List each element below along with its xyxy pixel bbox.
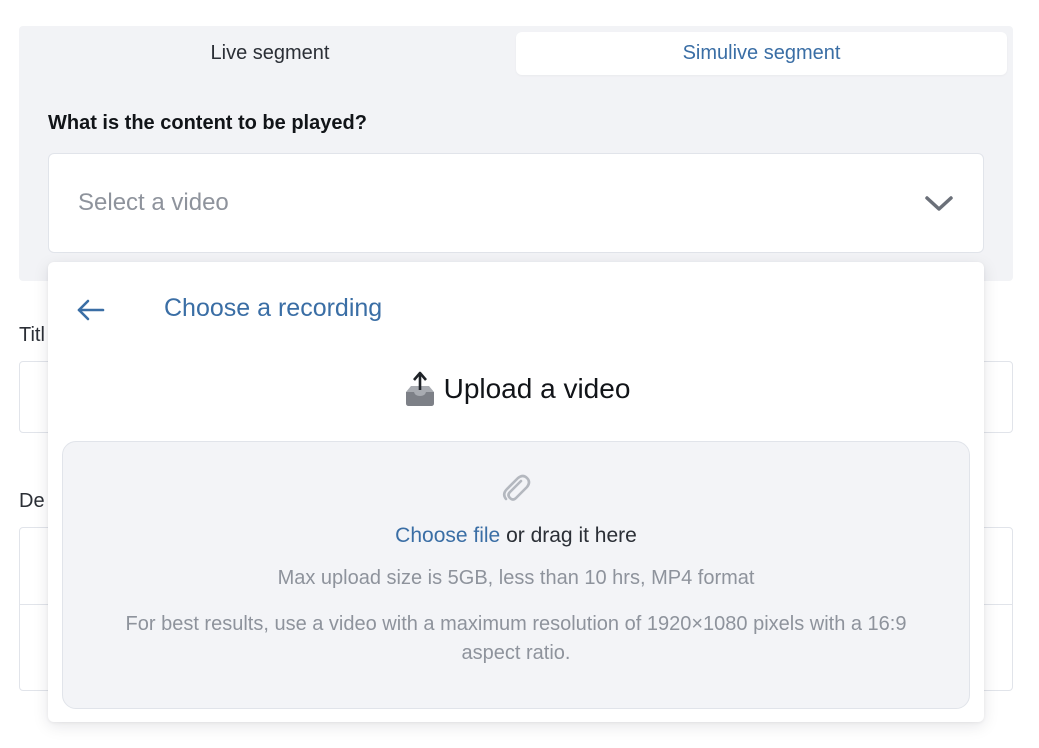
tab-live-segment[interactable]: Live segment — [25, 32, 515, 75]
video-select[interactable]: Select a video — [48, 153, 984, 253]
resolution-hint: For best results, use a video with a max… — [125, 613, 907, 664]
video-select-placeholder: Select a video — [78, 189, 229, 216]
choose-file-link[interactable]: Choose file — [395, 524, 500, 547]
dropdown-title: Choose a recording — [164, 294, 383, 322]
segment-panel: Live segment Simulive segment What is th… — [19, 26, 1013, 281]
description-field-label: De — [19, 490, 45, 512]
recording-dropdown: Choose a recording Upload a video Choose… — [48, 262, 984, 722]
title-field-label: Titl — [19, 324, 45, 346]
upload-heading: Upload a video — [48, 370, 984, 408]
upload-dropzone[interactable]: Choose file or drag it here Max upload s… — [62, 441, 970, 709]
tab-simulive-segment[interactable]: Simulive segment — [516, 32, 1007, 75]
arrow-left-icon[interactable] — [76, 298, 106, 322]
content-question-label: What is the content to be played? — [48, 112, 367, 134]
segment-tabs: Live segment Simulive segment — [19, 32, 1013, 75]
upload-heading-text: Upload a video — [443, 373, 631, 404]
choose-file-line: Choose file or drag it here — [63, 524, 969, 548]
drag-text: or drag it here — [506, 524, 637, 547]
chevron-down-icon — [925, 196, 953, 211]
upload-limits-hint: Max upload size is 5GB, less than 10 hrs… — [277, 567, 755, 589]
paperclip-icon — [502, 474, 531, 501]
outbox-tray-icon — [405, 371, 434, 406]
